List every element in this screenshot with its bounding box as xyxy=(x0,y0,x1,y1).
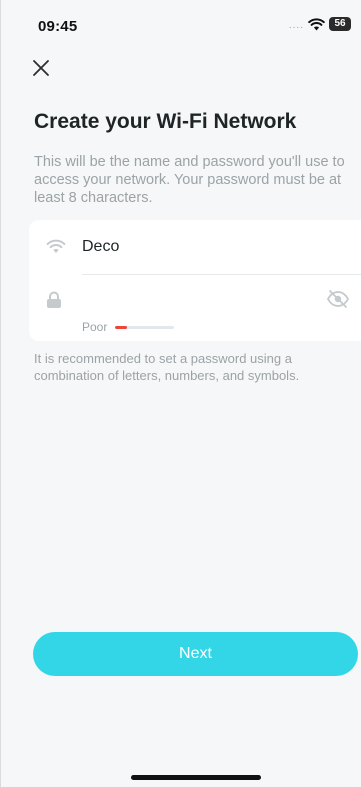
network-form-card: Poor xyxy=(29,220,361,341)
wifi-icon xyxy=(46,239,66,253)
password-strength-track xyxy=(115,325,175,329)
network-name-row xyxy=(29,220,361,275)
lock-icon xyxy=(47,291,61,308)
screen: 09:45 .... 56 Create your Wi-Fi Network … xyxy=(0,0,361,787)
password-input[interactable] xyxy=(82,287,312,313)
close-icon xyxy=(33,60,49,76)
status-indicators: .... 56 xyxy=(289,17,351,31)
home-indicator xyxy=(131,775,261,780)
status-time: 09:45 xyxy=(38,18,78,35)
battery-icon: 56 xyxy=(329,17,351,31)
next-button[interactable]: Next xyxy=(33,632,358,676)
network-name-input[interactable] xyxy=(82,234,332,260)
close-button[interactable] xyxy=(29,56,53,80)
eye-slash-icon[interactable] xyxy=(326,289,350,309)
cellular-signal-icon: .... xyxy=(288,20,304,31)
password-strength-label: Poor xyxy=(82,320,108,334)
status-bar: 09:45 .... 56 xyxy=(1,0,361,50)
password-hint: It is recommended to set a password usin… xyxy=(34,351,300,383)
password-strength-fill xyxy=(115,325,128,329)
wifi-status-icon xyxy=(308,17,325,30)
page-description: This will be the name and password you'l… xyxy=(34,154,345,206)
password-strength: Poor xyxy=(82,320,175,334)
password-row: Poor xyxy=(29,275,361,341)
page-title: Create your Wi-Fi Network xyxy=(34,110,297,133)
